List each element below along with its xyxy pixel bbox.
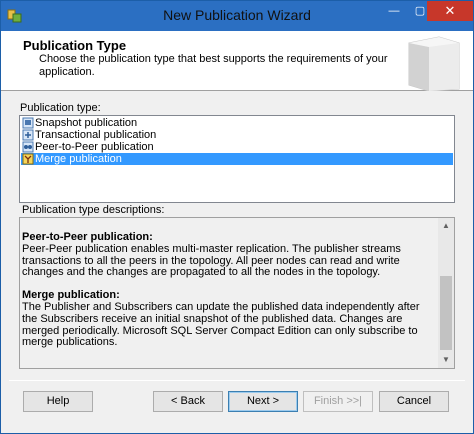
- descriptions-content: Peer-to-Peer publication: Peer-Peer publ…: [22, 231, 437, 349]
- descriptions-panel[interactable]: Peer-to-Peer publication: Peer-Peer publ…: [19, 217, 455, 369]
- cancel-button[interactable]: Cancel: [379, 391, 449, 412]
- list-item-label: Snapshot publication: [35, 117, 138, 129]
- wizard-header: Publication Type Choose the publication …: [1, 31, 473, 91]
- list-item-peer-to-peer[interactable]: Peer-to-Peer publication: [21, 141, 453, 153]
- list-item-snapshot[interactable]: Snapshot publication: [21, 117, 453, 129]
- list-item-label: Peer-to-Peer publication: [35, 141, 154, 153]
- list-item-transactional[interactable]: Transactional publication: [21, 129, 453, 141]
- scroll-up-arrow-icon[interactable]: ▲: [438, 218, 454, 234]
- scroll-down-arrow-icon[interactable]: ▼: [438, 352, 454, 368]
- list-item-merge[interactable]: Merge publication: [21, 153, 453, 165]
- close-button[interactable]: ✕: [427, 1, 473, 21]
- server-graphic-icon: [408, 36, 460, 91]
- peer-to-peer-publication-icon: [22, 141, 34, 153]
- back-button[interactable]: < Back: [153, 391, 223, 412]
- wizard-window: New Publication Wizard — ▢ ✕ Publication…: [0, 0, 474, 434]
- footer-divider: [9, 380, 465, 381]
- merge-publication-icon: [22, 153, 34, 165]
- page-description: Choose the publication type that best su…: [39, 53, 388, 78]
- minimize-button[interactable]: —: [381, 1, 407, 21]
- scroll-thumb[interactable]: [440, 276, 452, 350]
- help-button[interactable]: Help: [23, 391, 93, 412]
- description-body: The Publisher and Subscribers can update…: [22, 300, 420, 349]
- list-item-label: Transactional publication: [35, 129, 157, 141]
- next-button[interactable]: Next >: [228, 391, 298, 412]
- descriptions-scrollbar[interactable]: ▲ ▼: [438, 218, 454, 368]
- finish-button[interactable]: Finish >>|: [303, 391, 373, 412]
- page-title: Publication Type: [23, 38, 127, 53]
- snapshot-publication-icon: [22, 117, 34, 129]
- publication-type-label: Publication type:: [20, 102, 101, 114]
- list-item-label: Merge publication: [35, 153, 122, 165]
- title-bar[interactable]: New Publication Wizard — ▢ ✕: [1, 1, 473, 31]
- descriptions-label: Publication type descriptions:: [22, 204, 165, 216]
- description-body: Peer-Peer publication enables multi-mast…: [22, 242, 401, 279]
- publication-type-list[interactable]: Snapshot publication Transactional publi…: [19, 115, 455, 203]
- transactional-publication-icon: [22, 129, 34, 141]
